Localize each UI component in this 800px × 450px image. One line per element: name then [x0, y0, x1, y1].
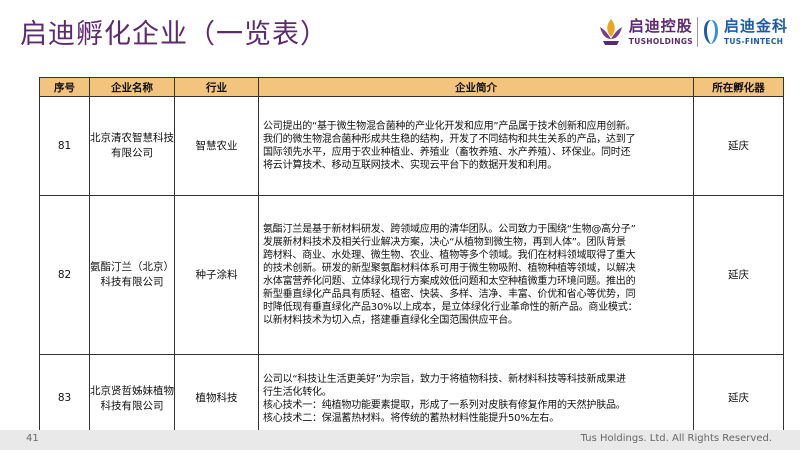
- summary-line: 核心技术二：保温蓄热材料。将传统的蓄热材料性能提升50%左右。: [263, 412, 560, 424]
- cell-industry: 智慧农业: [174, 96, 259, 196]
- tusfintech-logo: 启迪金科 TUS-FINTECH: [702, 18, 788, 46]
- table-header-row: 序号 企业名称 行业 企业简介 所在孵化器: [39, 77, 784, 97]
- page-title: 启迪孵化企业（一览表）: [20, 19, 328, 50]
- table-row: 82 氨酯汀兰（北京）科技有限公司 种子涂料 氨酯汀兰是基于新材料研发、跨领域应…: [39, 195, 784, 355]
- tusfintech-logo-icon: [703, 20, 718, 44]
- summary-line: 发展新材料技术及相关行业解决方案，决心“从植物到微生物，再到人体”。团队背景: [263, 237, 626, 248]
- summary-line: 行生活化转化。: [263, 386, 332, 398]
- summary-line: 公司以“科技让生活更美好”为宗旨，致力于将植物科技、新材料科技等科技新成果进: [263, 373, 626, 385]
- summary-line: 核心技术一：纯植物功能要素提取，形成了一系列对皮肤有修复作用的天然护肤品。: [263, 399, 626, 411]
- summary-line: 的技术创新。研发的新型聚氨酯材料体系可用于微生物吸附、植物种植等领域，以解决: [263, 263, 636, 274]
- header-serial: 序号: [39, 77, 90, 97]
- cell-company-name: 氨酯汀兰（北京）科技有限公司: [89, 195, 175, 355]
- logo-divider: [696, 17, 698, 47]
- slide-header: 启迪孵化企业（一览表） 启迪控股 TUSHOLDINGS 启迪金科 TUS-FI…: [0, 0, 800, 66]
- tusfintech-logo-en: TUS-FINTECH: [723, 36, 784, 46]
- cell-serial: 81: [39, 96, 90, 196]
- tusholdings-logo-en: TUSHOLDINGS: [628, 36, 693, 46]
- tusfintech-logo-cn: 启迪金科: [723, 16, 788, 35]
- tusholdings-logo-icon: [599, 19, 622, 45]
- tusholdings-logo: 启迪控股 TUSHOLDINGS: [597, 17, 693, 47]
- summary-line: 氨酯汀兰是基于新材料研发、跨领域应用的清华团队。公司致力于围绕“生物@高分子”: [263, 224, 636, 235]
- cell-incubator: 延庆: [693, 96, 784, 196]
- header-company-name: 企业名称: [89, 77, 175, 97]
- summary-line: 将云计算技术、移动互联网技术、实现云平台下的数据开发和利用。: [263, 160, 557, 171]
- cell-summary: 公司提出的“基于微生物混合菌种的产业化开发和应用”产品属于技术创新和应用创新。 …: [258, 96, 694, 196]
- summary-line: 我们的微生物混合菌种形成共生稳的结构，开发了不同结构和共生关系的产品，达到了: [263, 134, 636, 145]
- summary-line: 跨材料、商业、水处理、微生物、农业、植物等多个领域。我们在材料领域取得了重大: [263, 250, 636, 261]
- page-number: 41: [26, 433, 39, 444]
- header-summary: 企业简介: [258, 77, 694, 97]
- header-industry: 行业: [174, 77, 259, 97]
- summary-line: 水体富营养化问题、立体绿化现行方案成效低问题和太空种植微重力环境问题。推出的: [263, 276, 636, 287]
- enterprise-table: 序号 企业名称 行业 企业简介 所在孵化器 81 北京清农智慧科技有限公司 智慧…: [39, 77, 784, 443]
- enterprise-table-wrapper: 序号 企业名称 行业 企业简介 所在孵化器 81 北京清农智慧科技有限公司 智慧…: [39, 77, 784, 443]
- header-incubator: 所在孵化器: [693, 77, 784, 97]
- summary-line: 国际领先水平，应用于农业种植业、养殖业（畜牧养殖、水产养殖）、环保业。同时还: [263, 147, 631, 158]
- cell-serial: 82: [39, 195, 90, 355]
- tusholdings-logo-cn: 启迪控股: [628, 16, 693, 35]
- summary-line: 新型垂直绿化产品具有质轻、植密、快装、多样、洁净、丰富、价优和省心等优势，同: [263, 289, 636, 300]
- logo-group: 启迪控股 TUSHOLDINGS 启迪金科 TUS-FINTECH: [597, 10, 788, 54]
- cell-industry: 种子涂料: [174, 195, 259, 355]
- summary-line: 时降低现有垂直绿化产品30%以上成本，是立体绿化行业革命性的新产品。商业模式：: [263, 302, 638, 313]
- copyright-text: Tus Holdings. Ltd. All Rights Reserved.: [580, 433, 772, 444]
- slide-footer: 41 Tus Holdings. Ltd. All Rights Reserve…: [0, 430, 800, 450]
- cell-company-name: 北京清农智慧科技有限公司: [89, 96, 175, 196]
- table-row: 81 北京清农智慧科技有限公司 智慧农业 公司提出的“基于微生物混合菌种的产业化…: [39, 96, 784, 196]
- summary-line: 公司提出的“基于微生物混合菌种的产业化开发和应用”产品属于技术创新和应用创新。: [263, 121, 636, 132]
- cell-incubator: 延庆: [693, 195, 784, 355]
- cell-summary: 氨酯汀兰是基于新材料研发、跨领域应用的清华团队。公司致力于围绕“生物@高分子” …: [258, 195, 694, 355]
- summary-line: 以新材料技术为切入点，搭建垂直绿化全国范围供应平台。: [263, 315, 518, 326]
